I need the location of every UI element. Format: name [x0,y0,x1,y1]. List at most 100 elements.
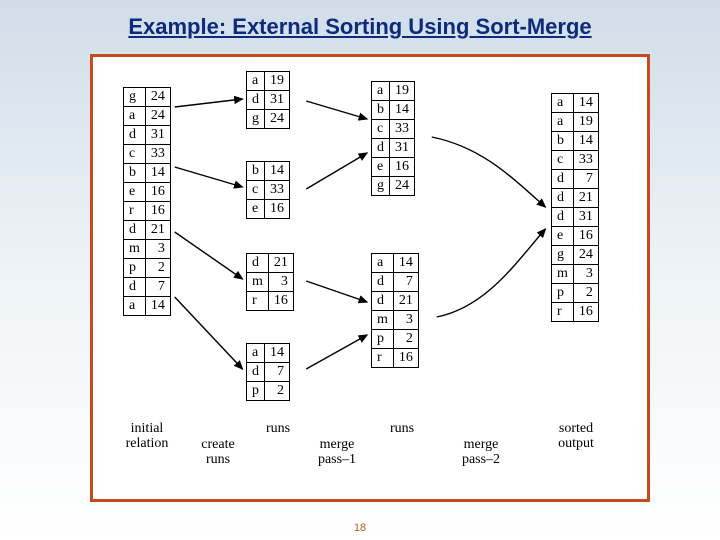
table-row: r16 [247,292,294,311]
page-number: 18 [0,522,720,534]
cell-value: 14 [573,94,598,113]
cell-key: r [552,303,574,322]
label-runs-1: runs [253,421,303,436]
cell-value: 16 [145,202,170,221]
cell-key: a [552,113,574,132]
cell-value: 33 [390,120,415,139]
cell-value: 3 [268,273,293,292]
table-row: a19 [247,72,290,91]
cell-key: d [372,292,394,311]
cell-value: 31 [145,126,170,145]
cell-key: a [372,254,394,273]
table-row: d31 [247,91,290,110]
table-run2-2: a14d7d21m3p2r16 [371,253,419,368]
cell-value: 7 [145,278,170,297]
table-row: g24 [372,177,415,196]
cell-key: c [372,120,390,139]
cell-value: 2 [393,330,418,349]
cell-value: 19 [265,72,290,91]
cell-value: 16 [573,227,598,246]
cell-key: m [124,240,146,259]
table-row: c33 [247,181,290,200]
table-row: a14 [372,254,419,273]
table-row: g24 [247,110,290,129]
cell-key: r [247,292,269,311]
cell-key: m [247,273,269,292]
table-run1-4: a14d7p2 [246,343,290,401]
cell-key: r [372,349,394,368]
table-run1-1: a19d31g24 [246,71,290,129]
diagram-frame: g24a24d31c33b14e16r16d21m3p2d7a14 a19d31… [90,54,650,502]
table-row: m3 [372,311,419,330]
cell-key: d [124,126,146,145]
table-row: a14 [247,344,290,363]
cell-key: g [552,246,574,265]
cell-key: d [124,221,146,240]
table-initial: g24a24d31c33b14e16r16d21m3p2d7a14 [123,87,171,316]
cell-value: 21 [573,189,598,208]
cell-key: c [552,151,574,170]
table-row: e16 [247,200,290,219]
cell-value: 2 [573,284,598,303]
cell-key: c [124,145,146,164]
table-row: d21 [552,189,599,208]
slide-title: Example: External Sorting Using Sort-Mer… [0,0,720,46]
table-row: d7 [124,278,171,297]
cell-value: 14 [145,164,170,183]
cell-key: m [552,265,574,284]
cell-key: d [372,139,390,158]
table-row: b14 [247,162,290,181]
table-row: r16 [372,349,419,368]
table-row: a19 [552,113,599,132]
cell-key: a [552,94,574,113]
cell-value: 33 [265,181,290,200]
cell-key: d [552,170,574,189]
cell-key: e [372,158,390,177]
table-row: d7 [247,363,290,382]
cell-value: 3 [573,265,598,284]
table-row: b14 [552,132,599,151]
cell-value: 14 [265,344,290,363]
cell-key: d [124,278,146,297]
table-row: a14 [124,297,171,316]
table-row: d21 [247,254,294,273]
table-row: e16 [552,227,599,246]
cell-key: e [552,227,574,246]
cell-value: 21 [268,254,293,273]
cell-value: 19 [573,113,598,132]
cell-key: b [247,162,265,181]
table-run1-3: d21m3r16 [246,253,294,311]
cell-key: d [552,208,574,227]
cell-value: 14 [145,297,170,316]
cell-value: 21 [393,292,418,311]
cell-value: 14 [390,101,415,120]
table-row: a14 [552,94,599,113]
cell-value: 24 [573,246,598,265]
diagram-inner: g24a24d31c33b14e16r16d21m3p2d7a14 a19d31… [93,57,647,499]
table-row: a24 [124,107,171,126]
table-row: g24 [552,246,599,265]
cell-value: 16 [573,303,598,322]
cell-key: b [372,101,390,120]
cell-value: 16 [393,349,418,368]
table-row: d7 [372,273,419,292]
label-sorted: sortedoutput [547,421,605,451]
cell-value: 7 [573,170,598,189]
cell-value: 24 [265,110,290,129]
cell-value: 24 [145,88,170,107]
table-row: m3 [247,273,294,292]
table-run2-1: a19b14c33d31e16g24 [371,81,415,196]
table-row: m3 [552,265,599,284]
table-row: d7 [552,170,599,189]
cell-value: 3 [393,311,418,330]
cell-key: p [124,259,146,278]
cell-value: 16 [265,200,290,219]
cell-key: g [247,110,265,129]
table-row: e16 [124,183,171,202]
cell-key: d [247,91,265,110]
cell-value: 16 [390,158,415,177]
table-row: d31 [124,126,171,145]
table-row: g24 [124,88,171,107]
cell-value: 2 [265,382,290,401]
cell-key: p [247,382,265,401]
